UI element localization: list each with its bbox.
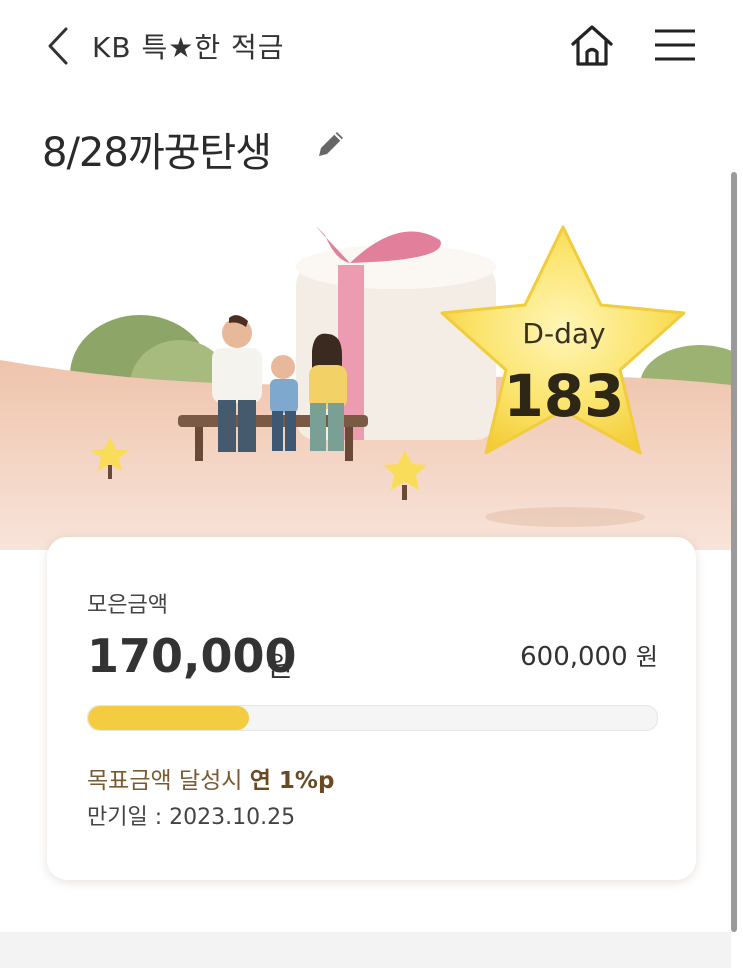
goal-amount-wrapper: 600,000 원 xyxy=(520,637,658,672)
page-title: 8/28까꿍탄생 xyxy=(42,130,272,176)
savings-summary-card: 모은금액 170,000 원 600,000 원 목표금액 달성시 연 1%p … xyxy=(47,537,696,880)
collected-amount: 170,000 xyxy=(87,629,297,683)
chevron-left-icon xyxy=(48,27,68,65)
maturity-date: 만기일 : 2023.10.25 xyxy=(87,805,296,830)
back-button[interactable] xyxy=(40,24,80,68)
collected-amount-unit: 원 xyxy=(267,650,293,683)
pencil-icon xyxy=(319,132,343,156)
app-header: KB 특★한 적금 xyxy=(0,0,743,92)
home-icon xyxy=(571,25,613,66)
scrollbar[interactable] xyxy=(731,172,737,932)
savings-progress-fill xyxy=(88,706,250,730)
menu-button[interactable] xyxy=(650,22,700,68)
goal-benefit-text: 목표금액 달성시 연 1%p xyxy=(87,761,334,795)
benefit-rate: 연 1%p xyxy=(249,768,335,794)
savings-progress-bar xyxy=(87,705,658,731)
edit-title-button[interactable] xyxy=(313,126,349,162)
goal-amount-unit: 원 xyxy=(635,643,658,671)
header-title: KB 특★한 적금 xyxy=(92,31,285,64)
collected-amount-label: 모은금액 xyxy=(87,593,168,618)
dday-label: D-day xyxy=(522,317,606,350)
dday-value: 183 xyxy=(503,362,625,430)
home-button[interactable] xyxy=(566,20,618,72)
section-divider xyxy=(0,932,731,968)
benefit-prefix: 목표금액 달성시 xyxy=(87,768,250,794)
menu-icon xyxy=(655,29,695,61)
goal-amount: 600,000 xyxy=(520,642,628,672)
